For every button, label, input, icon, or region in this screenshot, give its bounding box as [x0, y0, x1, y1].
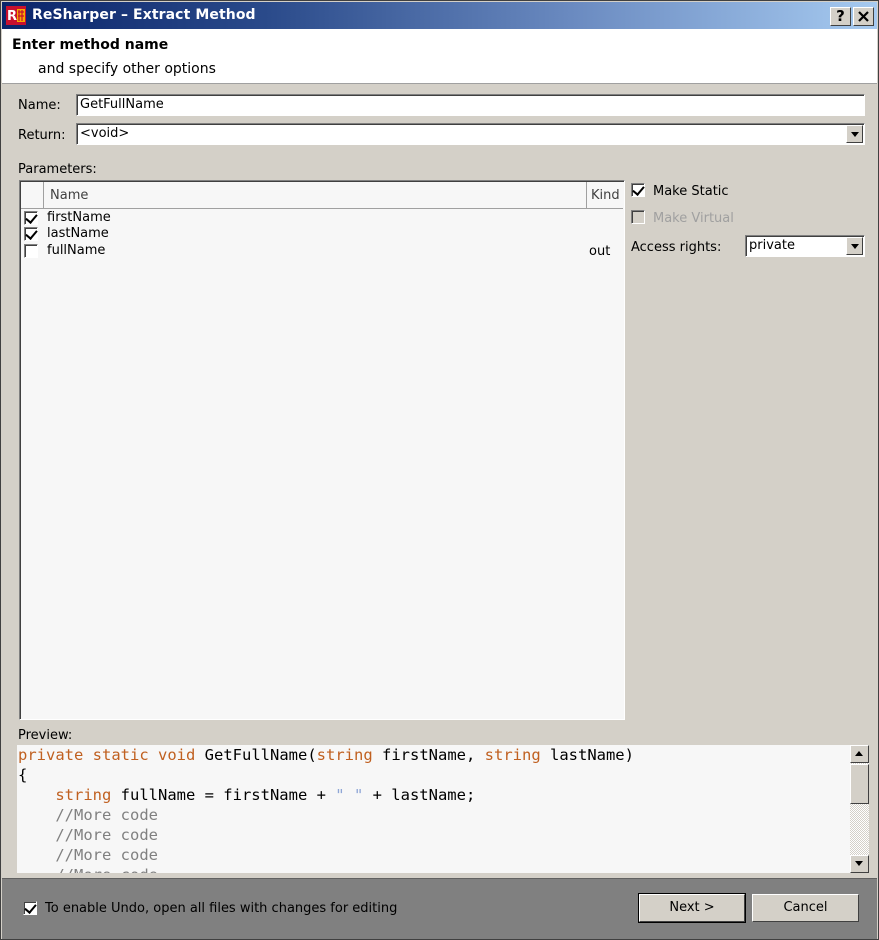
code-comment: //More code: [55, 826, 158, 844]
method-name-value: GetFullName: [80, 97, 164, 112]
make-virtual-checkbox: [631, 210, 645, 224]
name-label: Name:: [18, 98, 61, 113]
access-rights-value: private: [749, 238, 795, 253]
window-title: ReSharper – Extract Method: [32, 7, 256, 23]
close-button[interactable]: [853, 7, 874, 26]
column-header-check[interactable]: [21, 182, 44, 209]
parameter-row[interactable]: firstName: [21, 210, 623, 227]
code-keyword: string: [55, 786, 112, 804]
code-keyword: private: [18, 746, 84, 764]
make-static-checkbox[interactable]: [631, 183, 645, 197]
parameters-list[interactable]: Name Kind firstName lastName fullName ou…: [19, 180, 625, 720]
parameter-checkbox[interactable]: [24, 244, 38, 258]
method-name-input[interactable]: GetFullName: [76, 94, 865, 116]
header-subtitle: and specify other options: [38, 61, 216, 77]
parameters-label: Parameters:: [18, 162, 97, 177]
return-type-combo[interactable]: <void>: [76, 123, 865, 145]
column-header-name[interactable]: Name: [44, 182, 587, 209]
code-comment: //More code: [55, 866, 158, 873]
parameter-name: fullName: [47, 243, 106, 258]
code-comment: //More code: [55, 846, 158, 864]
next-button[interactable]: Next >: [638, 893, 746, 923]
code-keyword: string: [316, 746, 373, 764]
code-preview[interactable]: private static void GetFullName(string f…: [17, 745, 869, 873]
chevron-down-icon[interactable]: [846, 237, 863, 255]
parameter-name: lastName: [47, 226, 109, 241]
parameter-kind: out: [589, 244, 611, 259]
undo-label[interactable]: To enable Undo, open all files with chan…: [45, 901, 397, 916]
code-comment: //More code: [55, 806, 158, 824]
chevron-down-icon[interactable]: [846, 125, 863, 143]
cancel-button[interactable]: Cancel: [752, 894, 859, 922]
make-virtual-label: Make Virtual: [653, 211, 734, 226]
preview-label: Preview:: [18, 728, 73, 743]
parameter-row[interactable]: fullName out: [21, 243, 623, 260]
dialog-header: Enter method name and specify other opti…: [2, 29, 877, 84]
preview-scrollbar[interactable]: [850, 745, 869, 873]
close-icon: [858, 11, 869, 22]
header-title: Enter method name: [12, 37, 169, 53]
return-label: Return:: [18, 128, 66, 143]
parameters-header: Name Kind: [21, 182, 623, 209]
access-rights-combo[interactable]: private: [745, 235, 865, 257]
return-type-value: <void>: [80, 126, 130, 141]
code-keyword: string: [484, 746, 541, 764]
scroll-up-icon[interactable]: [850, 745, 869, 763]
title-bar[interactable]: R ReSharper – Extract Method ?: [2, 2, 877, 29]
parameter-checkbox[interactable]: [24, 211, 38, 225]
dialog-footer: To enable Undo, open all files with chan…: [2, 878, 877, 939]
scroll-thumb[interactable]: [850, 764, 869, 804]
parameter-checkbox[interactable]: [24, 227, 38, 241]
code-keyword: void: [158, 746, 196, 764]
parameter-name: firstName: [47, 210, 111, 225]
make-static-label[interactable]: Make Static: [653, 184, 729, 199]
help-button[interactable]: ?: [830, 7, 851, 26]
access-rights-label: Access rights:: [631, 240, 722, 255]
code-keyword: static: [92, 746, 149, 764]
extract-method-dialog: R ReSharper – Extract Method ? Enter met…: [0, 0, 879, 940]
scroll-down-icon[interactable]: [850, 855, 869, 873]
undo-checkbox[interactable]: [23, 901, 37, 915]
column-header-kind[interactable]: Kind: [588, 182, 624, 209]
parameter-row[interactable]: lastName: [21, 226, 623, 243]
svg-text:R: R: [7, 9, 17, 24]
code-preview-text: private static void GetFullName(string f…: [18, 745, 848, 873]
resharper-logo-icon: R: [6, 6, 26, 25]
code-string: " ": [335, 786, 364, 804]
